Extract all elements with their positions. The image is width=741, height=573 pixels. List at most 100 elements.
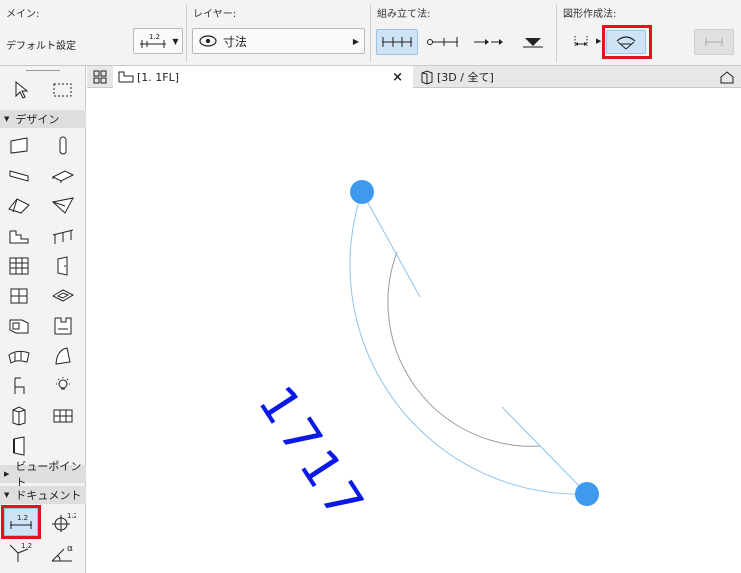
railing-tool[interactable] [50,224,76,248]
baseline-dimension-button[interactable] [423,29,463,55]
geometry-section-title: 図形作成法: [563,9,617,20]
extension-line-end [501,406,588,495]
morph-icon [55,347,71,365]
roof-tool[interactable] [6,194,32,218]
extension-line-start [361,191,421,298]
skylight-tool[interactable] [50,284,76,308]
eye-icon [199,35,217,47]
linear-chain-dimension-button[interactable] [376,29,418,55]
wall-end-tool[interactable] [6,404,32,428]
shell-tool[interactable] [50,194,76,218]
window-icon [10,288,28,304]
wall-tool[interactable] [6,134,32,158]
door-tool[interactable] [50,254,76,278]
object-tool[interactable] [6,374,32,398]
construction-section: 組み立て法: [371,0,556,66]
document-group-header[interactable]: ▼ ドキュメント [0,486,86,504]
chain-dimension-icon [382,37,412,47]
collapse-icon: ▶ [4,470,10,478]
angle-badge: α [67,544,73,554]
main-section: メイン: デフォルト設定 1.2 ▼ [0,0,186,66]
highlight-box [602,25,652,59]
dimension-preset-button[interactable]: 1.2 ▼ [133,28,183,54]
window-tool[interactable] [6,284,32,308]
column-icon [59,136,67,155]
floor-plan-icon [118,71,134,83]
marquee-tool[interactable] [50,78,76,102]
disabled-dimension-button[interactable] [694,29,734,55]
opening-tool[interactable] [6,434,32,458]
arrow-tool[interactable] [8,78,34,102]
radial-dimension-icon: 1.2 [9,542,32,562]
expand-icon: ▼ [4,115,10,123]
opening-icon [13,436,25,456]
morph-tool[interactable] [50,344,76,368]
curtain-panel-icon [53,409,73,423]
layer-section: レイヤー: 寸法 ▶ [187,0,370,66]
construction-section-title: 組み立て法: [377,9,431,20]
design-header-label: デザイン [15,113,60,126]
tab-floor-plan[interactable]: [1. 1FL] × [113,66,413,88]
lamp-tool[interactable] [50,374,76,398]
view-tab-bar: [1. 1FL] × [3D / 全て] [87,66,741,88]
greyed-dimension-icon [705,38,723,46]
cumulative-dimension-button[interactable] [468,29,508,55]
railing-icon [52,229,74,244]
document-header-label: ドキュメント [15,489,82,502]
close-icon[interactable]: × [392,70,403,85]
beam-icon [9,170,29,182]
beam-tool[interactable] [6,164,32,188]
linear-geometry-button[interactable] [567,29,597,55]
top-toolbar: メイン: デフォルト設定 1.2 ▼ レイヤー: 寸法 ▶ 組み立て法: 図形作… [0,0,741,66]
radial-dimension-tool[interactable]: 1.2 [6,540,32,564]
column-tool[interactable] [50,134,76,158]
slab-tool[interactable] [50,164,76,188]
highlight-box [1,505,41,539]
tab-3d-label: [3D / 全て] [437,71,494,84]
tab-more[interactable] [715,66,741,88]
layer-section-title: レイヤー: [193,9,237,20]
arrow-dimension-icon [474,39,503,45]
mesh-icon [8,350,30,364]
design-group-header[interactable]: ▼ デザイン [0,110,86,128]
3d-box-icon [421,70,433,85]
shell-icon [51,197,74,214]
default-settings-label: デフォルト設定 [6,41,76,52]
baseline-dimension-icon [427,37,458,47]
slab-icon [51,170,75,183]
skylight-icon [51,289,75,302]
palette-grip [26,70,60,71]
layer-value: 寸法 [223,34,248,49]
preset-badge: 1.2 [149,33,160,41]
tab-3d[interactable]: [3D / 全て] [415,66,715,88]
linear-dimension-dots-icon [574,36,588,46]
marquee-icon [53,83,72,97]
elevation-dimension-button[interactable] [513,29,553,55]
floor-plan-canvas[interactable]: 1717 [87,89,741,573]
drawing-area: 1717 [247,180,599,534]
curtain-wall-tool[interactable] [6,254,32,278]
mesh-tool[interactable] [6,344,32,368]
chevron-right-icon: ▶ [596,37,602,45]
layer-select[interactable]: 寸法 ▶ [192,28,365,54]
wall-end-icon [12,406,26,426]
stair-tool[interactable] [6,224,32,248]
dimension-handle-end [575,482,599,506]
lamp-icon [56,377,70,390]
corner-window-icon [9,319,29,334]
level-badge: 1.2 [67,512,76,520]
level-dimension-tool[interactable]: 1.2 [50,510,76,534]
angle-dimension-tool[interactable]: α [50,540,76,564]
zone-tool[interactable] [50,314,76,338]
viewpoint-group-header[interactable]: ▶ ビューポイント [0,460,86,489]
tab-floor-plan-label: [1. 1FL] [137,70,180,84]
elevation-marker-icon [523,38,543,48]
corner-window-tool[interactable] [6,314,32,338]
curtain-panel-tool[interactable] [50,404,76,428]
door-icon [57,256,68,276]
tab-grid-button[interactable] [87,66,113,88]
dropdown-arrow-icon: ▼ [172,36,179,46]
main-section-title: メイン: [6,9,40,20]
dimension-arc [349,191,588,495]
stair-icon [9,230,29,244]
